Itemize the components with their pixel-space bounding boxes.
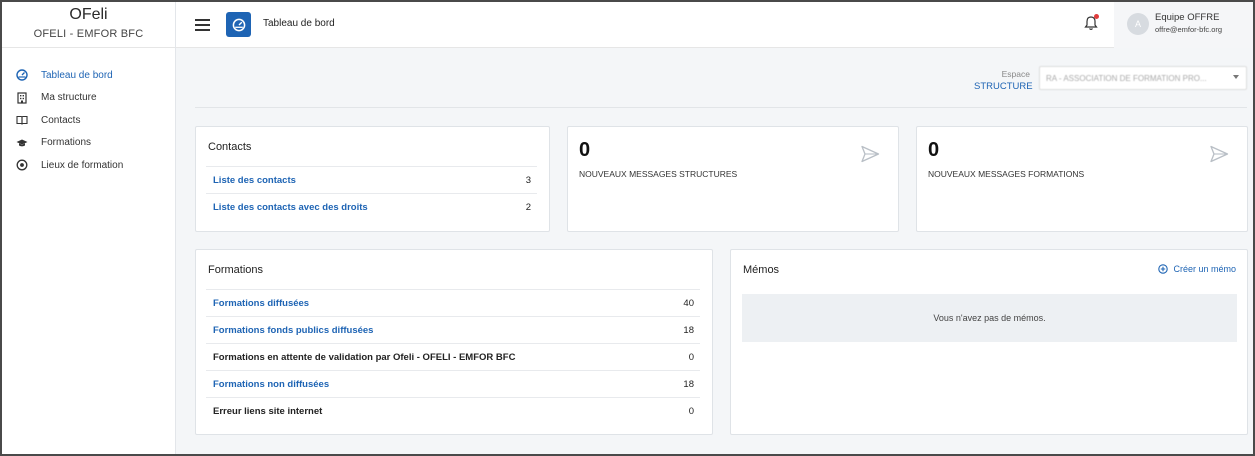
row-count: 18 [683, 378, 694, 390]
location-target-icon [16, 159, 28, 171]
sidebar-item-lieux-de-formation[interactable]: Lieux de formation [2, 154, 175, 177]
brand-title: OFeli [69, 6, 108, 23]
row-label[interactable]: Formations non diffusées [213, 379, 329, 390]
stat-count: 0 [579, 139, 591, 161]
row-count: 3 [525, 174, 531, 186]
brand[interactable]: OFeli OFELI - EMFOR BFC [2, 2, 175, 48]
avatar: A [1127, 13, 1149, 35]
structure-select[interactable]: RA - ASSOCIATION DE FORMATION PRO... [1039, 66, 1247, 90]
menu-toggle-icon[interactable] [195, 19, 210, 31]
notification-bell-icon[interactable] [1084, 14, 1099, 31]
contacts-card: Contacts Liste des contacts 3 Liste des … [195, 126, 550, 232]
messages-formations-card[interactable]: 0 NOUVEAUX MESSAGES FORMATIONS [916, 126, 1248, 232]
sidebar-item-contacts[interactable]: Contacts [2, 109, 175, 132]
divider [195, 107, 1247, 108]
espace-indicator: Espace STRUCTURE [974, 69, 1033, 92]
sidebar-item-formations[interactable]: Formations [2, 132, 175, 155]
row-label[interactable]: Formations fonds publics diffusées [213, 325, 373, 336]
building-icon [16, 92, 28, 104]
top-bar: Tableau de bord A Equipe OFFRE offre@emf… [176, 2, 1253, 48]
row-count: 2 [525, 201, 531, 213]
row-count: 40 [683, 297, 694, 309]
send-icon [1210, 145, 1229, 163]
memos-card: Mémos Créer un mémo Vous n'avez pas de m… [730, 249, 1248, 435]
erreur-liens-row: Erreur liens site internet 0 [206, 397, 700, 424]
sidebar: OFeli OFELI - EMFOR BFC Tableau de bord … [2, 2, 176, 454]
user-name: Equipe OFFRE [1155, 12, 1220, 23]
sidebar-item-tableau-de-bord[interactable]: Tableau de bord [2, 64, 175, 87]
row-count: 0 [688, 405, 694, 417]
address-book-icon [16, 114, 28, 126]
contacts-list-row[interactable]: Liste des contacts 3 [206, 166, 537, 193]
user-menu[interactable]: A Equipe OFFRE offre@emfor-bfc.org [1114, 2, 1253, 48]
formations-card: Formations Formations diffusées 40 Forma… [195, 249, 713, 435]
row-label[interactable]: Formations diffusées [213, 298, 309, 309]
row-label[interactable]: Liste des contacts [213, 175, 296, 186]
formations-en-attente-row: Formations en attente de validation par … [206, 343, 700, 370]
chevron-down-icon[interactable] [1233, 75, 1239, 79]
formations-non-diffusees-row[interactable]: Formations non diffusées 18 [206, 370, 700, 397]
formations-fonds-publics-row[interactable]: Formations fonds publics diffusées 18 [206, 316, 700, 343]
plus-circle-icon [1158, 264, 1169, 274]
sidebar-item-ma-structure[interactable]: Ma structure [2, 87, 175, 110]
send-icon [861, 145, 880, 163]
memo-empty-state: Vous n'avez pas de mémos. [742, 294, 1237, 342]
sidebar-item-label: Formations [41, 137, 92, 149]
row-count: 18 [683, 324, 694, 336]
formations-diffusees-row[interactable]: Formations diffusées 40 [206, 289, 700, 316]
sidebar-item-label: Lieux de formation [41, 159, 124, 171]
row-label[interactable]: Liste des contacts avec des droits [213, 202, 368, 213]
card-title: Formations [208, 264, 264, 276]
row-label: Erreur liens site internet [213, 405, 323, 417]
card-title: Contacts [208, 141, 252, 153]
notification-dot [1094, 14, 1099, 19]
stat-label: NOUVEAUX MESSAGES FORMATIONS [928, 169, 1085, 179]
graduation-cap-icon [16, 137, 28, 149]
messages-structures-card[interactable]: 0 NOUVEAUX MESSAGES STRUCTURES [567, 126, 899, 232]
row-count: 0 [688, 351, 694, 363]
app-window: OFeli OFELI - EMFOR BFC Tableau de bord … [0, 0, 1255, 456]
stat-count: 0 [928, 139, 940, 161]
user-email: offre@emfor-bfc.org [1155, 25, 1223, 34]
brand-subtitle: OFELI - EMFOR BFC [33, 28, 144, 40]
dashboard-icon [16, 69, 28, 81]
sidebar-item-label: Contacts [41, 114, 81, 126]
create-memo-label[interactable]: Créer un mémo [1173, 264, 1236, 274]
sidebar-nav: Tableau de bord Ma structure Contacts Fo… [2, 48, 175, 177]
create-memo-button[interactable]: Créer un mémo [1158, 264, 1236, 274]
contacts-with-rights-row[interactable]: Liste des contacts avec des droits 2 [206, 193, 537, 220]
card-title: Mémos [743, 264, 780, 276]
sidebar-item-label: Tableau de bord [41, 69, 113, 81]
espace-label: Espace [1001, 69, 1030, 79]
row-label: Formations en attente de validation par … [213, 351, 516, 363]
espace-value: STRUCTURE [974, 81, 1033, 92]
page-title: Tableau de bord [263, 18, 335, 29]
main-content: Espace STRUCTURE RA - ASSOCIATION DE FOR… [176, 48, 1253, 454]
sidebar-item-label: Ma structure [41, 92, 97, 104]
dashboard-badge-icon [226, 12, 251, 37]
stat-label: NOUVEAUX MESSAGES STRUCTURES [579, 169, 738, 179]
